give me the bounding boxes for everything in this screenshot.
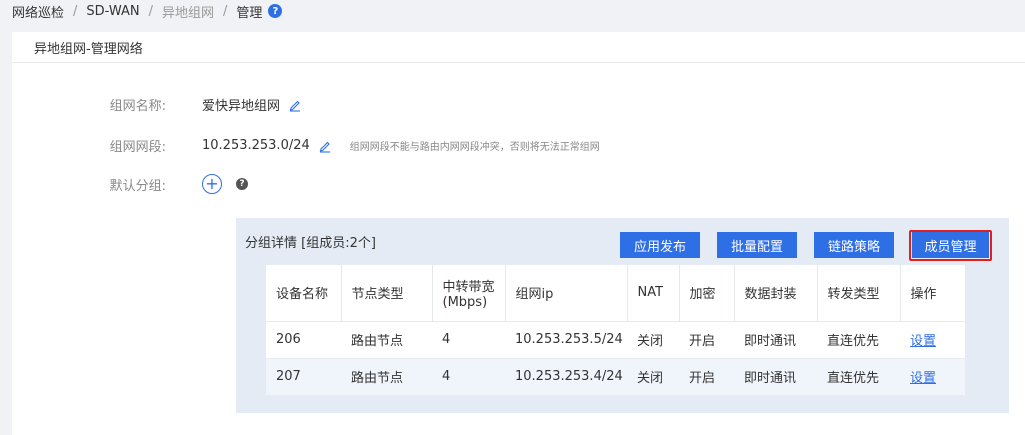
default-group-label: 默认分组: [109,178,166,194]
device-table: 设备名称 节点类型 中转带宽 (Mbps) 组网ip NAT 加密 数据封装 转发… [266,265,965,395]
action-cell: 设置 [900,357,965,395]
column-header: 数据封装 [734,265,818,321]
network-segment-value: 10.253.253.0/24 [202,138,310,153]
breadcrumb-item-manage: 管理 [236,5,263,21]
group-detail-panel: 分组详情 [组成员:2个] 应用发布 批量配置 链路策略 成员管理 设备名称 节… [236,218,1009,413]
device-name-cell: 206 [266,320,341,358]
network-segment-label: 组网网段: [109,140,166,155]
encryption-cell: 开启 [679,357,734,395]
table-row: 207 路由节点 4 10.253.253.4/24 关闭 开启 即时通讯 直连… [266,357,965,395]
card-title: 异地组网-管理网络 [12,32,1025,63]
bandwidth-cell: 4 [432,320,505,358]
default-group-row: 默认分组: + ? [12,174,248,194]
column-header: 设备名称 [266,265,342,321]
batch-config-button[interactable]: 批量配置 [717,232,797,258]
forward-type-cell: 直连优先 [817,357,900,395]
column-header-line: 中转带宽 [442,279,495,295]
network-segment-row: 组网网段: 10.253.253.0/24 组网网段不能与路由内网网段冲突，否则… [12,136,600,155]
breadcrumb-item-sdwan[interactable]: SD-WAN [86,4,139,19]
pencil-icon[interactable] [318,139,332,153]
link-policy-button[interactable]: 链路策略 [814,232,894,258]
breadcrumb-item-remote-network[interactable]: 异地组网 [162,2,214,21]
plus-circle-icon[interactable]: + [202,174,222,194]
action-cell: 设置 [900,320,965,358]
encryption-cell: 开启 [679,320,734,358]
column-header: 组网ip [505,265,628,321]
network-name-value: 爱快异地组网 [202,99,281,114]
question-icon[interactable]: ? [236,178,248,190]
column-header-line: (Mbps) [442,294,488,310]
forward-type-cell: 直连优先 [817,320,900,358]
publish-button[interactable]: 应用发布 [620,232,700,258]
network-ip-cell: 10.253.253.5/24 [505,320,627,358]
network-ip-cell: 10.253.253.4/24 [505,357,627,395]
column-header: 节点类型 [341,265,433,321]
node-type-cell: 路由节点 [341,320,432,358]
pencil-icon[interactable] [288,98,302,112]
column-header: 加密 [679,265,735,321]
table-header-row: 设备名称 节点类型 中转带宽 (Mbps) 组网ip NAT 加密 数据封装 转发… [266,265,965,321]
help-icon[interactable]: ? [268,4,283,18]
column-header: 中转带宽 (Mbps) [432,265,506,321]
network-name-label: 组网名称: [109,99,166,114]
settings-link[interactable]: 设置 [910,334,936,349]
manage-network-card: 异地组网-管理网络 组网名称: 爱快异地组网 组网网段: 10.253.253.… [12,32,1025,435]
settings-link[interactable]: 设置 [910,371,936,386]
breadcrumb-item-inspection[interactable]: 网络巡检 [12,2,64,21]
network-name-row: 组网名称: 爱快异地组网 [12,95,302,114]
member-manage-button[interactable]: 成员管理 [912,232,989,258]
breadcrumb: 网络巡检 / SD-WAN / 异地组网 / 管理 ? [12,0,283,22]
table-row: 206 路由节点 4 10.253.253.5/24 关闭 开启 即时通讯 直连… [266,320,965,358]
node-type-cell: 路由节点 [341,357,432,395]
encapsulation-cell: 即时通讯 [734,320,817,358]
column-header: NAT [627,265,680,321]
breadcrumb-separator: / [223,3,228,19]
nat-cell: 关闭 [627,357,679,395]
encapsulation-cell: 即时通讯 [734,357,817,395]
bandwidth-cell: 4 [432,357,505,395]
breadcrumb-separator: / [148,3,153,19]
segment-hint: 组网网段不能与路由内网网段冲突，否则将无法正常组网 [349,142,600,153]
group-detail-title: 分组详情 [组成员:2个] [245,236,376,251]
breadcrumb-separator: / [73,3,78,19]
column-header: 转发类型 [817,265,901,321]
nat-cell: 关闭 [627,320,679,358]
column-header: 操作 [900,265,965,321]
device-name-cell: 207 [266,357,341,395]
